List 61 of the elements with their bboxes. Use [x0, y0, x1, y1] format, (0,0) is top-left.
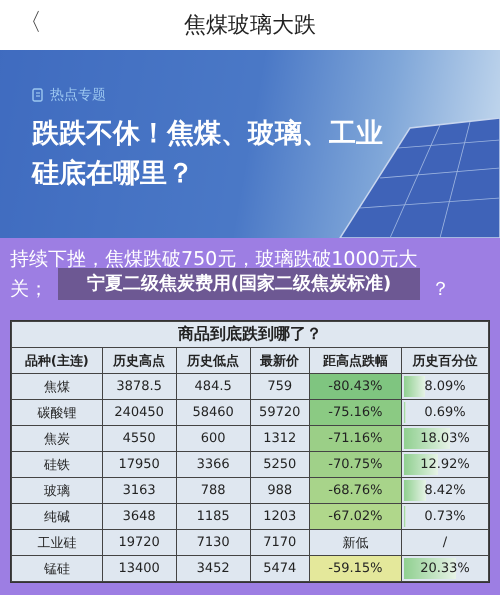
document-icon	[32, 88, 44, 102]
table-cell: 硅铁	[12, 452, 102, 478]
caption-overlay: 宁夏二级焦炭费用(国家二级焦炭标准)	[58, 268, 420, 300]
table-cell: -70.75%	[309, 452, 402, 478]
table-cell: 20.33%	[420, 561, 470, 576]
table-cell: 锰硅	[12, 556, 102, 582]
table-title: 商品到底跌到哪了？	[12, 322, 488, 348]
banner-headline: 跌跌不休！焦煤、玻璃、工业硅底在哪里？	[32, 117, 384, 191]
table-cell: 788	[176, 478, 250, 504]
page-title: 焦煤玻璃大跌	[184, 12, 316, 40]
intro-text: 关；	[10, 277, 48, 302]
table-cell: 纯碱	[12, 504, 102, 530]
table-cell: 8.42%	[424, 483, 466, 498]
table-cell: -59.15%	[309, 556, 402, 582]
table-cell: 4550	[102, 426, 176, 452]
table-cell: 600	[176, 426, 250, 452]
table-cell: 7130	[176, 530, 250, 556]
table-cell: 759	[250, 374, 310, 400]
table-cell: 3878.5	[102, 374, 176, 400]
table-cell: 碳酸锂	[12, 400, 102, 426]
table-cell: 484.5	[176, 374, 250, 400]
table-cell: 5474	[250, 556, 310, 582]
table-cell: 7170	[250, 530, 310, 556]
table-cell: /	[442, 535, 448, 550]
topic-tag: 热点专题	[50, 86, 106, 104]
table-cell: 玻璃	[12, 478, 102, 504]
column-header: 历史百分位	[402, 348, 488, 374]
table-cell: -68.76%	[309, 478, 402, 504]
table-cell: 0.69%	[424, 405, 466, 420]
table-cell: 3648	[102, 504, 176, 530]
table-cell: 17950	[102, 452, 176, 478]
table-cell: 焦炭	[12, 426, 102, 452]
table-cell: 5250	[250, 452, 310, 478]
intro-text: ？	[431, 277, 450, 302]
table-cell: -80.43%	[309, 374, 402, 400]
table-cell: 焦煤	[12, 374, 102, 400]
table-cell: 59720	[250, 400, 310, 426]
table-cell: -75.16%	[309, 400, 402, 426]
column-header: 品种(主连)	[12, 348, 102, 374]
table-cell: 988	[250, 478, 310, 504]
table-cell: 1185	[176, 504, 250, 530]
table-cell: 18.03%	[420, 431, 470, 446]
table-cell: 3452	[176, 556, 250, 582]
table-cell: -67.02%	[309, 504, 402, 530]
table-cell: 19720	[102, 530, 176, 556]
table-cell: -71.16%	[309, 426, 402, 452]
table-cell: 13400	[102, 556, 176, 582]
table-cell: 12.92%	[420, 457, 470, 472]
table-cell: 3366	[176, 452, 250, 478]
column-header: 历史低点	[176, 348, 250, 374]
column-header: 历史高点	[102, 348, 176, 374]
table-cell: 0.73%	[424, 509, 466, 524]
table-cell: 240450	[102, 400, 176, 426]
table-cell: 1312	[250, 426, 310, 452]
back-button[interactable]: 〈	[18, 6, 42, 38]
table-cell: 1203	[250, 504, 310, 530]
table-cell: 3163	[102, 478, 176, 504]
column-header: 最新价	[250, 348, 310, 374]
table-cell: 8.09%	[424, 379, 466, 394]
table-cell: 58460	[176, 400, 250, 426]
table-cell: 工业硅	[12, 530, 102, 556]
